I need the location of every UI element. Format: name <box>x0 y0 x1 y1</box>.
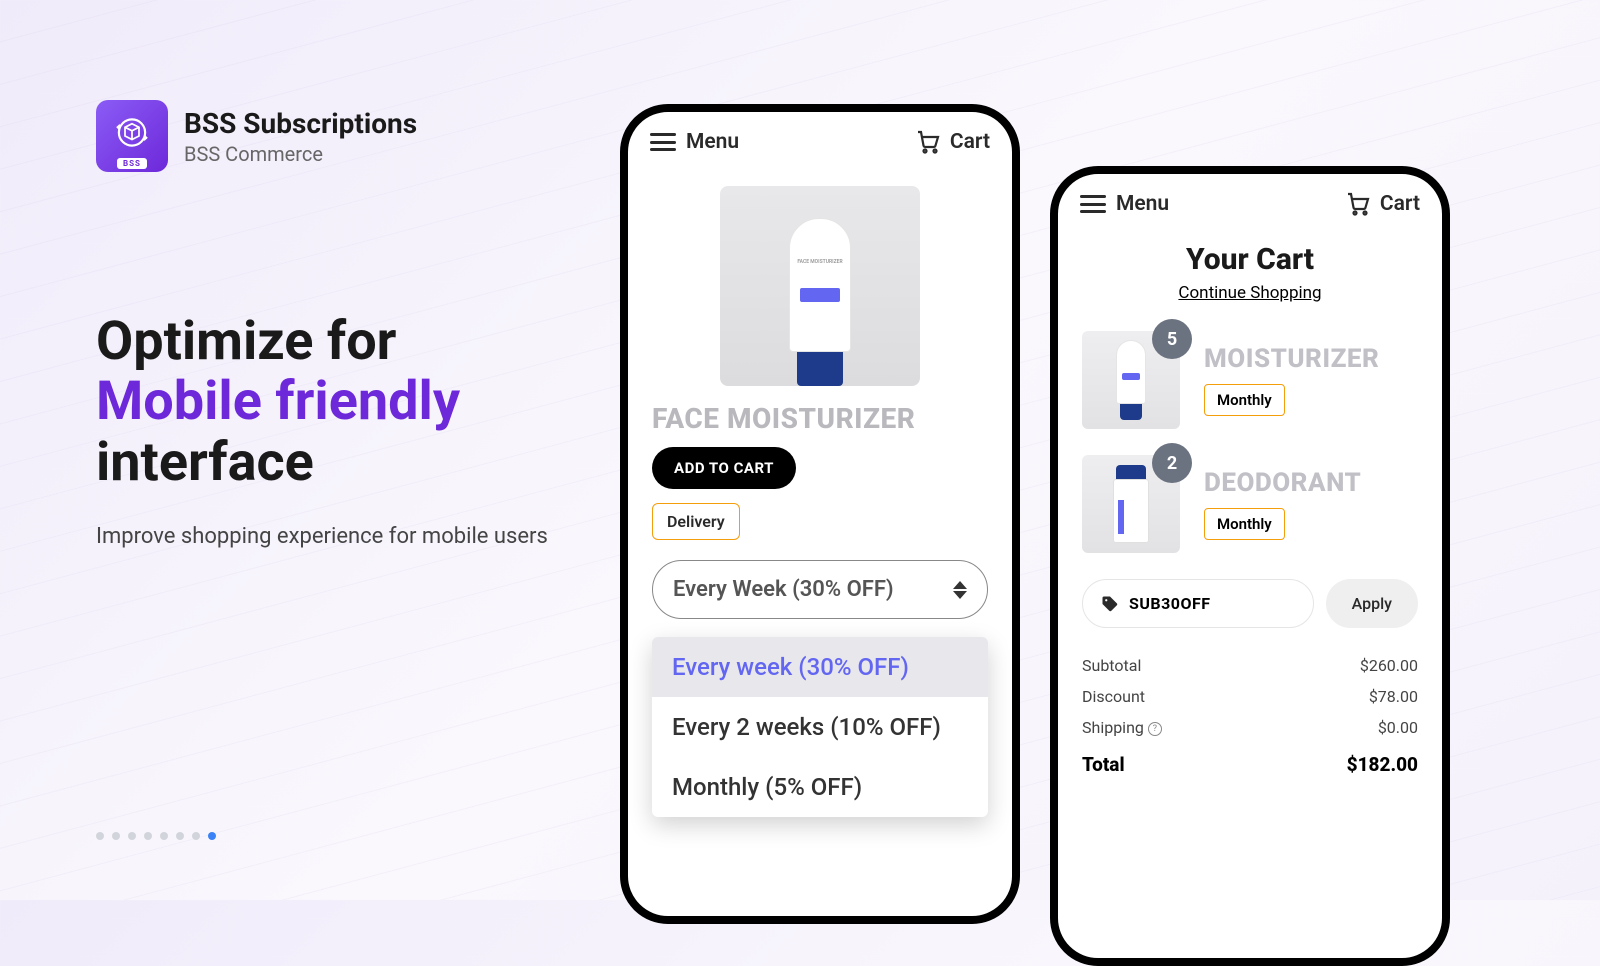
cart-item-thumb: 5 <box>1082 331 1180 429</box>
quantity-badge: 2 <box>1152 443 1192 483</box>
subheadline: Improve shopping experience for mobile u… <box>96 521 576 553</box>
discount-value: $78.00 <box>1369 687 1418 706</box>
cart-phone-mock: Menu Cart Your Cart Continue Shopping 5 … <box>1050 166 1450 966</box>
carousel-dot[interactable] <box>112 832 120 840</box>
carousel-dot[interactable] <box>176 832 184 840</box>
brand-logo-icon: BSS <box>96 100 168 172</box>
cart-button[interactable]: Cart <box>916 130 990 154</box>
continue-shopping-link[interactable]: Continue Shopping <box>1082 283 1418 303</box>
cart-item-name: DEODORANT <box>1204 468 1418 498</box>
carousel-dot[interactable] <box>128 832 136 840</box>
cart-button[interactable]: Cart <box>1346 192 1420 216</box>
frequency-option[interactable]: Every 2 weeks (10% OFF) <box>652 697 988 757</box>
subtotal-label: Subtotal <box>1082 656 1141 675</box>
carousel-dot[interactable] <box>144 832 152 840</box>
carousel-dot[interactable] <box>192 832 200 840</box>
headline: Optimize for Mobile friendly interface <box>96 312 576 493</box>
shipping-value: $0.00 <box>1378 718 1418 737</box>
frequency-select[interactable]: Every Week (30% OFF) <box>652 560 988 619</box>
add-to-cart-button[interactable]: ADD TO CART <box>652 447 796 489</box>
quantity-badge: 5 <box>1152 319 1192 359</box>
cart-item: 5 MOISTURIZER Monthly <box>1082 331 1418 429</box>
carousel-dot[interactable] <box>96 832 104 840</box>
brand-subtitle: BSS Commerce <box>184 142 417 166</box>
frequency-option[interactable]: Every week (30% OFF) <box>652 637 988 697</box>
product-image: FACE MOISTURIZER <box>720 186 920 386</box>
cart-icon <box>916 130 940 154</box>
help-icon[interactable]: ? <box>1148 722 1162 736</box>
brand-header: BSS BSS Subscriptions BSS Commerce <box>96 100 576 172</box>
cart-icon <box>1346 192 1370 216</box>
frequency-option[interactable]: Monthly (5% OFF) <box>652 757 988 817</box>
cart-title: Your Cart <box>1082 242 1418 277</box>
stepper-icon <box>953 581 967 599</box>
product-phone-mock: Menu Cart FACE MOISTURIZER FACE MOISTURI… <box>620 104 1020 924</box>
discount-label: Discount <box>1082 687 1145 706</box>
menu-button[interactable]: Menu <box>650 130 739 154</box>
delivery-badge[interactable]: Delivery <box>652 503 740 540</box>
promo-code-input[interactable]: SUB30OFF <box>1082 579 1314 628</box>
apply-button[interactable]: Apply <box>1326 579 1418 628</box>
menu-button[interactable]: Menu <box>1080 192 1169 216</box>
frequency-badge: Monthly <box>1204 384 1285 416</box>
total-label: Total <box>1082 753 1125 776</box>
frequency-dropdown: Every week (30% OFF) Every 2 weeks (10% … <box>652 637 988 817</box>
cart-item-thumb: 2 <box>1082 455 1180 553</box>
shipping-label: Shipping <box>1082 718 1144 737</box>
frequency-selected-label: Every Week (30% OFF) <box>673 577 894 602</box>
carousel-dot-active[interactable] <box>208 832 216 840</box>
tag-icon <box>1101 595 1119 613</box>
cart-item: 2 DEODORANT Monthly <box>1082 455 1418 553</box>
hamburger-icon <box>1080 195 1106 213</box>
carousel-dots[interactable] <box>96 832 216 840</box>
subtotal-value: $260.00 <box>1360 656 1418 675</box>
total-value: $182.00 <box>1347 753 1418 776</box>
brand-bss-badge: BSS <box>117 158 147 169</box>
order-totals: Subtotal $260.00 Discount $78.00 Shipping?… <box>1082 650 1418 782</box>
hamburger-icon <box>650 133 676 151</box>
product-title: FACE MOISTURIZER <box>652 402 988 435</box>
brand-title: BSS Subscriptions <box>184 107 417 140</box>
frequency-badge: Monthly <box>1204 508 1285 540</box>
carousel-dot[interactable] <box>160 832 168 840</box>
cart-item-name: MOISTURIZER <box>1204 344 1418 374</box>
